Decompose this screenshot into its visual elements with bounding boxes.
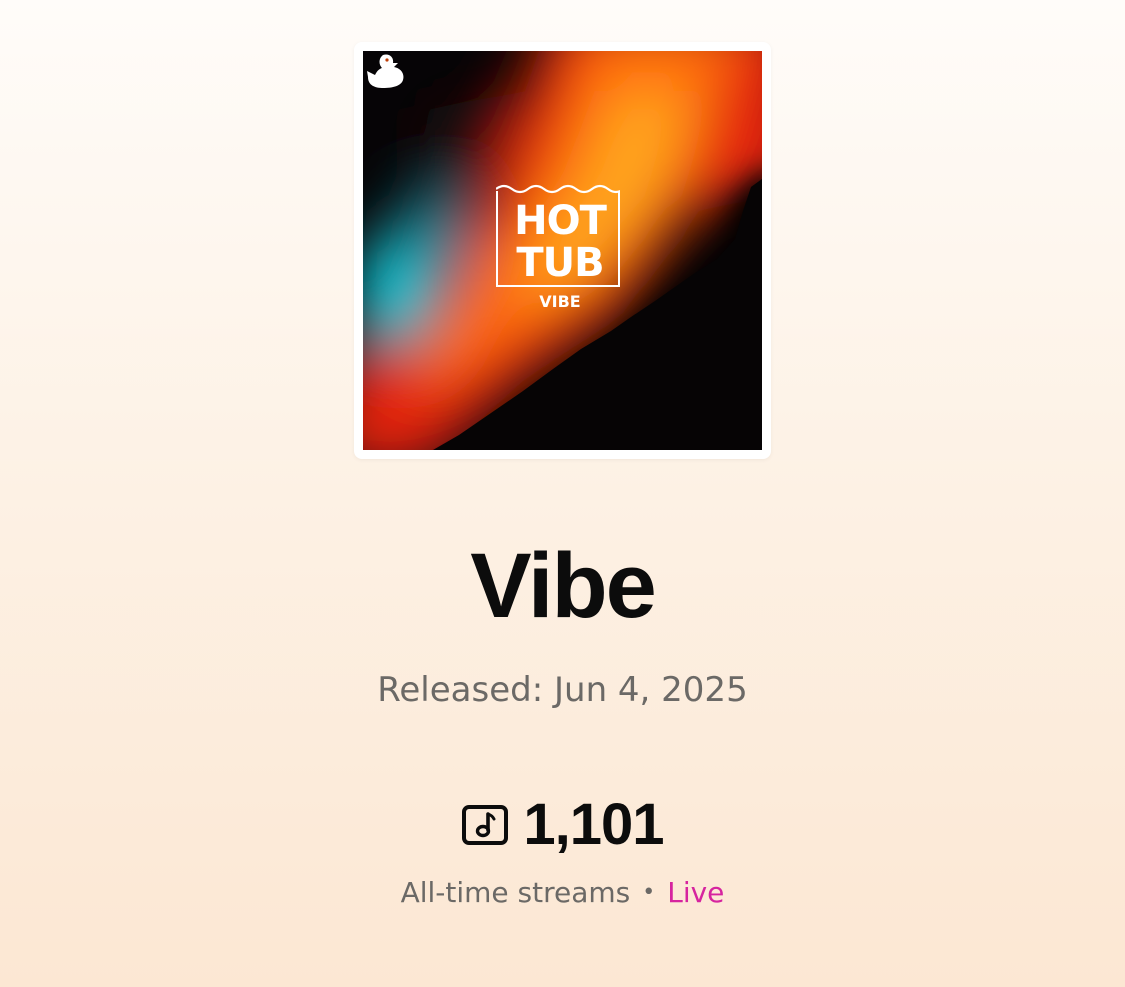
- music-note-icon: [462, 805, 509, 845]
- release-date: Released: Jun 4, 2025: [377, 670, 748, 710]
- live-status: Live: [667, 876, 725, 909]
- album-artwork-frame: HOT TUB VIBE: [354, 42, 771, 459]
- logo-text-tub: TUB: [516, 240, 604, 286]
- separator-dot: •: [642, 880, 656, 905]
- duck-icon: [367, 54, 404, 88]
- logo-text-hot: HOT: [514, 198, 607, 244]
- album-artwork: HOT TUB VIBE: [363, 51, 762, 450]
- streams-caption-row: All-time streams • Live: [0, 876, 1125, 909]
- logo-text-vibe: VIBE: [539, 292, 581, 311]
- release-title: Vibe: [470, 535, 657, 637]
- hot-tub-logo: HOT TUB VIBE: [363, 51, 762, 450]
- streams-stat: 1,101: [0, 796, 1125, 854]
- streams-caption: All-time streams: [400, 876, 631, 909]
- streams-count: 1,101: [523, 792, 664, 857]
